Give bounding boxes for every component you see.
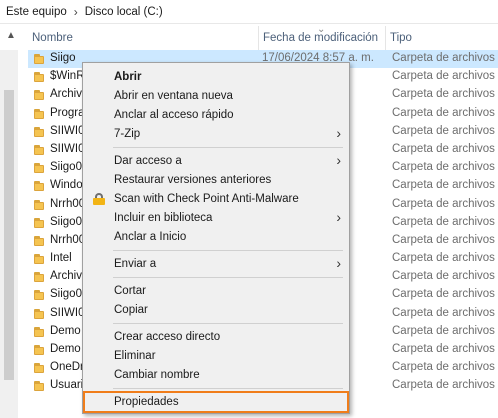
menu-item-include-library[interactable]: Incluir en biblioteca › [83,208,349,227]
file-type: Carpeta de archivos [392,70,495,83]
menu-item-share-with[interactable]: Dar acceso a › [83,151,349,170]
folder-icon [34,163,44,174]
file-type: Carpeta de archivos [392,343,495,355]
scrollbar-thumb[interactable] [4,90,14,380]
menu-item-share-with-label: Dar acceso a [114,154,182,167]
chevron-right-icon: › [336,209,341,225]
folder-icon [34,181,44,192]
menu-item-send-to[interactable]: Enviar a › [83,254,349,273]
file-type: Carpeta de archivos [392,88,495,101]
folder-icon [34,144,44,155]
sort-chevron-icon: ⌄ [317,24,326,35]
file-type: Carpeta de archivos [392,288,495,301]
menu-item-copy[interactable]: Copiar [83,300,349,319]
folder-icon [34,90,44,101]
menu-item-7zip-label: 7-Zip [114,127,141,140]
menu-separator [113,277,343,278]
menu-item-open-new-window[interactable]: Abrir en ventana nueva [83,86,349,105]
menu-separator [113,388,343,389]
file-type: Carpeta de archivos [392,124,495,137]
file-type: Carpeta de archivos [392,142,495,155]
menu-item-cut[interactable]: Cortar [83,281,349,300]
file-name: Progra [50,106,85,119]
file-type: Carpeta de archivos [392,252,495,265]
file-type: Carpeta de archivos [392,215,495,228]
file-type: Carpeta de archivos [392,379,495,392]
chevron-right-icon: › [336,152,341,168]
menu-item-restore-versions[interactable]: Restaurar versiones anteriores [83,170,349,189]
folder-icon [34,217,44,228]
folder-icon [34,54,44,64]
file-type: Carpeta de archivos [392,270,495,283]
menu-item-send-to-label: Enviar a [114,257,157,270]
vertical-scrollbar[interactable] [0,50,18,418]
menu-item-include-library-label: Incluir en biblioteca [114,211,213,224]
folder-icon [34,126,44,137]
context-menu: Abrir Abrir en ventana nueva Anclar al a… [82,62,350,414]
file-type: Carpeta de archivos [392,361,495,374]
file-name: Nrrh00 [50,197,86,210]
menu-item-scan-label: Scan with Check Point Anti-Malware [114,192,299,205]
menu-item-pin-quick-access[interactable]: Anclar al acceso rápido [83,105,349,124]
column-header-row: Nombre Fecha de modificación Tipo ⌄ [28,24,498,50]
folder-icon [34,199,44,210]
folder-icon [34,72,44,83]
folder-icon [34,108,44,119]
folder-icon [34,326,44,337]
breadcrumb-local-disk[interactable]: Disco local (C:) [85,6,163,18]
folder-icon [34,290,44,301]
menu-item-scan-checkpoint[interactable]: Scan with Check Point Anti-Malware [83,189,349,208]
file-name: Usuari [50,379,84,392]
file-name: Intel [50,252,72,265]
menu-item-properties[interactable]: Propiedades [83,391,349,413]
file-name: Demo [50,343,81,355]
folder-icon [34,381,44,392]
menu-item-delete[interactable]: Eliminar [83,346,349,365]
menu-item-pin-start[interactable]: Anclar a Inicio [83,227,349,246]
file-name: Demo [50,324,81,337]
menu-item-create-shortcut[interactable]: Crear acceso directo [83,327,349,346]
folder-icon [34,363,44,374]
menu-separator [113,147,343,148]
file-name: OneDri [50,361,87,374]
menu-separator [113,323,343,324]
menu-item-7zip[interactable]: 7-Zip › [83,124,349,143]
menu-item-rename[interactable]: Cambiar nombre [83,365,349,384]
folder-icon [34,345,44,355]
file-type: Carpeta de archivos [392,197,495,210]
file-type: Carpeta de archivos [392,324,495,337]
breadcrumb-this-pc[interactable]: Este equipo [6,6,67,18]
column-header-name[interactable]: Nombre [28,26,258,50]
folder-icon [34,272,44,283]
chevron-right-icon: › [336,255,341,271]
file-type: Carpeta de archivos [392,306,495,319]
file-type: Carpeta de archivos [392,233,495,246]
folder-icon [34,308,44,319]
column-header-type[interactable]: Tipo [385,26,498,50]
menu-item-open[interactable]: Abrir [83,67,349,86]
menu-separator [113,250,343,251]
chevron-right-icon: › [336,125,341,141]
file-type: Carpeta de archivos [392,52,495,64]
lock-icon [93,193,105,205]
file-type: Carpeta de archivos [392,179,495,192]
chevron-up-icon[interactable]: ▲ [4,28,18,42]
file-type: Carpeta de archivos [392,161,495,174]
chevron-right-icon[interactable]: › [74,6,78,18]
breadcrumb: Este equipo › Disco local (C:) [0,0,498,24]
file-name: Siigo [50,52,76,64]
folder-icon [34,254,44,265]
folder-icon [34,235,44,246]
file-name: Nrrh00 [50,233,86,246]
file-type: Carpeta de archivos [392,106,495,119]
